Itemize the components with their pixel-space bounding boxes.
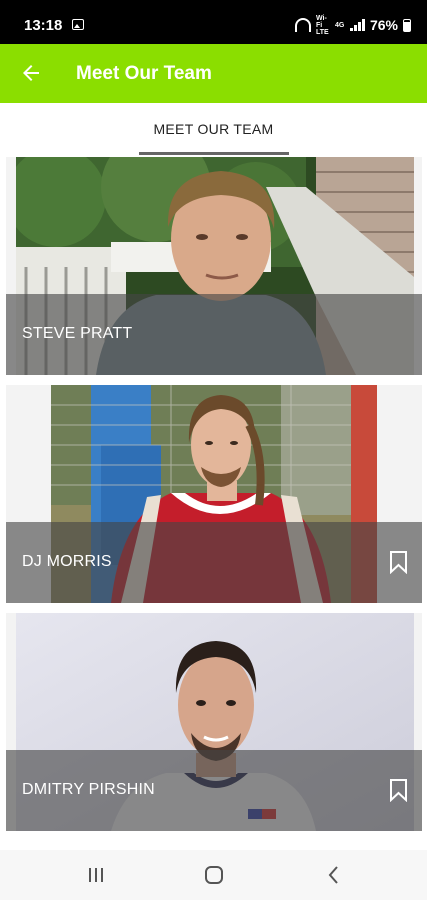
team-card-steve-pratt[interactable]: STEVE PRATT <box>6 157 422 375</box>
hotspot-icon <box>294 18 311 32</box>
tab-indicator <box>139 152 289 155</box>
battery-icon <box>403 18 411 32</box>
arrow-left-icon[interactable] <box>19 61 43 85</box>
team-card-dmitry-pirshin[interactable]: DMITRY PIRSHIN <box>6 613 422 831</box>
tab-meet-our-team[interactable]: MEET OUR TEAM <box>0 121 427 137</box>
recent-apps-icon[interactable] <box>83 863 109 887</box>
status-time: 13:18 <box>24 17 63 34</box>
bookmark-icon[interactable] <box>389 778 408 802</box>
name-overlay[interactable]: DJ MORRIS <box>6 522 422 603</box>
system-nav-bar <box>0 850 427 900</box>
image-notification-icon <box>72 19 84 30</box>
wifi-lte-label: Wi-Fi LTE <box>315 14 329 36</box>
page-title: Meet Our Team <box>76 63 212 84</box>
app-bar: Meet Our Team <box>0 44 427 103</box>
back-icon[interactable] <box>321 863 347 887</box>
team-member-name: DMITRY PIRSHIN <box>22 781 155 798</box>
home-icon[interactable] <box>201 863 227 887</box>
status-indicators: Wi-Fi LTE 4G 76% <box>294 14 411 36</box>
team-member-name: DJ MORRIS <box>22 553 112 570</box>
tab-bar: MEET OUR TEAM <box>0 103 427 159</box>
name-overlay[interactable]: DMITRY PIRSHIN <box>6 750 422 831</box>
team-member-name: STEVE PRATT <box>22 325 133 342</box>
name-overlay[interactable]: STEVE PRATT <box>6 294 422 375</box>
status-bar: 13:18 Wi-Fi LTE 4G 76% <box>0 0 427 44</box>
network-label: 4G <box>334 21 345 29</box>
signal-icon <box>349 19 365 31</box>
team-card-dj-morris[interactable]: DJ MORRIS <box>6 385 422 603</box>
bookmark-icon[interactable] <box>389 550 408 574</box>
battery-percent: 76% <box>369 17 398 33</box>
